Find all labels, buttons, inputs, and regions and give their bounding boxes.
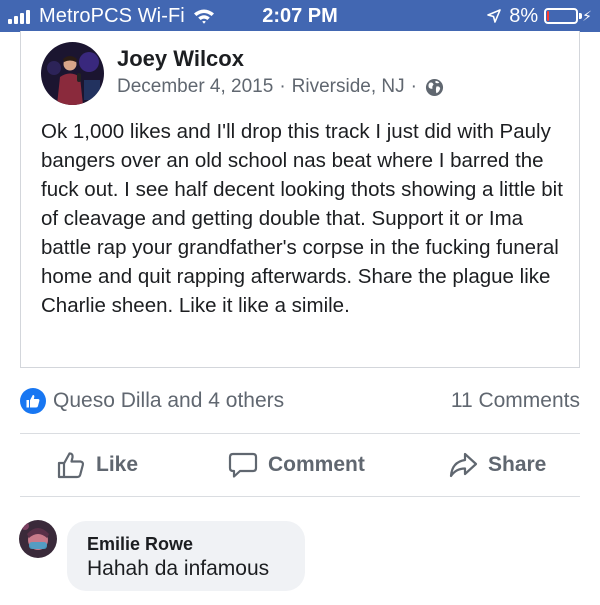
like-button[interactable]: Like (56, 446, 138, 484)
post-location[interactable]: Riverside, NJ (292, 76, 405, 98)
share-label: Share (488, 453, 547, 476)
location-arrow-icon (487, 9, 502, 23)
shared-post-card[interactable]: Joey Wilcox December 4, 2015 · Riverside… (20, 31, 580, 368)
commenter-name[interactable]: Emilie Rowe (87, 534, 193, 555)
status-bar: MetroPCS Wi-Fi 2:07 PM 8% ⚡ (0, 0, 600, 32)
divider-top (20, 433, 580, 434)
like-reaction-icon (20, 388, 46, 414)
post-meta: December 4, 2015 · Riverside, NJ · (117, 76, 444, 98)
post-body-text: Ok 1,000 likes and I'll drop this track … (41, 120, 563, 317)
reactions-text[interactable]: Queso Dilla and 4 others (53, 389, 284, 413)
globe-icon (425, 78, 444, 96)
battery-percent: 8% (509, 4, 539, 27)
share-button[interactable]: Share (448, 446, 546, 484)
divider-bottom (20, 496, 580, 497)
meta-separator: · (410, 76, 417, 97)
status-right: 8% ⚡ (487, 5, 592, 27)
commenter-avatar[interactable] (19, 520, 57, 558)
like-label: Like (96, 453, 139, 476)
comment-label: Comment (268, 453, 365, 476)
thumbs-up-icon (57, 452, 85, 479)
comment-text: Hahah da infamous (87, 557, 270, 580)
comment-bubble[interactable]: Emilie Rowe Hahah da infamous (67, 521, 305, 591)
comment-bubble-icon (228, 452, 258, 478)
comments-count[interactable]: 11 Comments (451, 386, 580, 416)
author-avatar[interactable] (41, 42, 104, 105)
post-author-name[interactable]: Joey Wilcox (117, 46, 244, 72)
meta-separator: · (279, 76, 286, 97)
share-arrow-icon (449, 452, 478, 478)
post-date[interactable]: December 4, 2015 (117, 76, 273, 98)
battery-icon (544, 8, 583, 24)
reactions-summary[interactable]: Queso Dilla and 4 others (20, 386, 284, 416)
comment-button[interactable]: Comment (228, 446, 365, 484)
battery-level-fill (547, 11, 550, 21)
charging-bolt-icon: ⚡ (582, 7, 592, 24)
